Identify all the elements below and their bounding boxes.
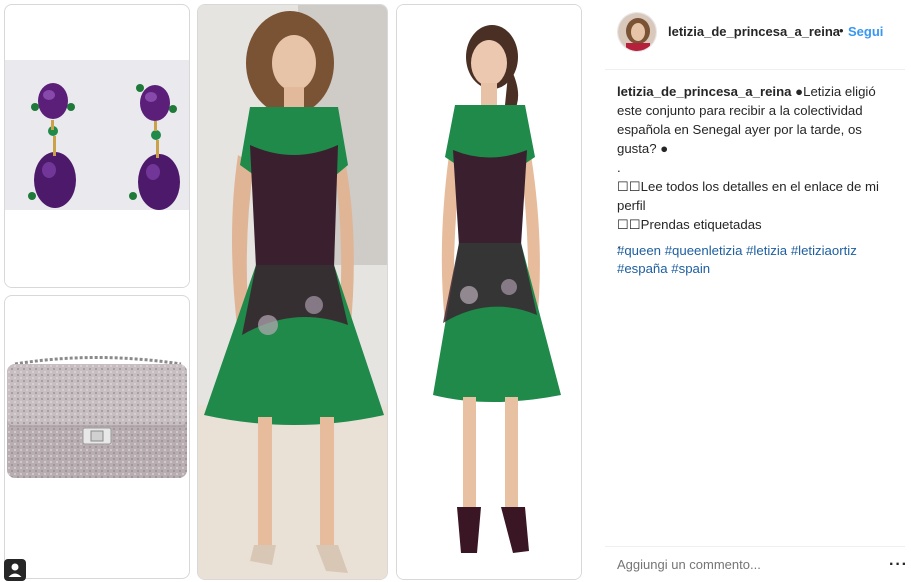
header-divider	[605, 69, 905, 70]
caption-text-line: ●Letizia eligió	[795, 84, 876, 99]
avatar[interactable]	[617, 12, 657, 52]
caption-text-line: ☐☐Lee todos los detalles en el enlace de…	[617, 179, 879, 194]
caption-text-line: perfil	[617, 198, 646, 213]
hashtag-link[interactable]: #letiziaortiz	[791, 243, 857, 258]
model-dress-photo	[396, 4, 582, 580]
comment-divider	[605, 546, 905, 547]
bag-photo	[4, 295, 190, 579]
caption-author-link[interactable]: letizia_de_princesa_a_reina	[617, 84, 791, 99]
caption-text-line: ☐☐Prendas etiquetadas	[617, 217, 762, 232]
more-options-icon[interactable]: ···	[889, 556, 908, 574]
caption-text-line: .	[617, 160, 621, 175]
username-link[interactable]: letizia_de_princesa_a_reina	[668, 24, 840, 39]
caption-text-line: española en Senegal ayer por la tarde, o…	[617, 122, 862, 137]
user-tag-icon[interactable]	[4, 559, 26, 581]
post-sidebar: letizia_de_princesa_a_reina • Segui leti…	[605, 0, 911, 582]
hashtag-link[interactable]: #españa	[617, 261, 668, 276]
caption-text-line: gusta? ●	[617, 141, 669, 156]
comment-input[interactable]	[617, 557, 867, 572]
hashtag-list: #queen #queenletizia #letizia #letiziaor…	[617, 242, 902, 278]
hashtag-link[interactable]: #spain	[671, 261, 710, 276]
post-header: letizia_de_princesa_a_reina • Segui	[605, 10, 905, 56]
post-caption: letizia_de_princesa_a_reina ●Letizia eli…	[617, 82, 902, 253]
caption-first-line: letizia_de_princesa_a_reina ●Letizia eli…	[617, 82, 902, 101]
queen-letizia-photo	[197, 4, 388, 580]
follow-button[interactable]: Segui	[848, 24, 883, 39]
hashtag-link[interactable]: #queen	[617, 243, 661, 258]
earrings-photo	[4, 4, 190, 288]
separator-dot: •	[839, 23, 844, 38]
post-image[interactable]	[0, 0, 600, 582]
caption-text-line: este conjunto para recibir a la colectiv…	[617, 103, 863, 118]
hashtag-link[interactable]: #letizia	[746, 243, 787, 258]
hashtag-link[interactable]: #queenletizia	[665, 243, 743, 258]
